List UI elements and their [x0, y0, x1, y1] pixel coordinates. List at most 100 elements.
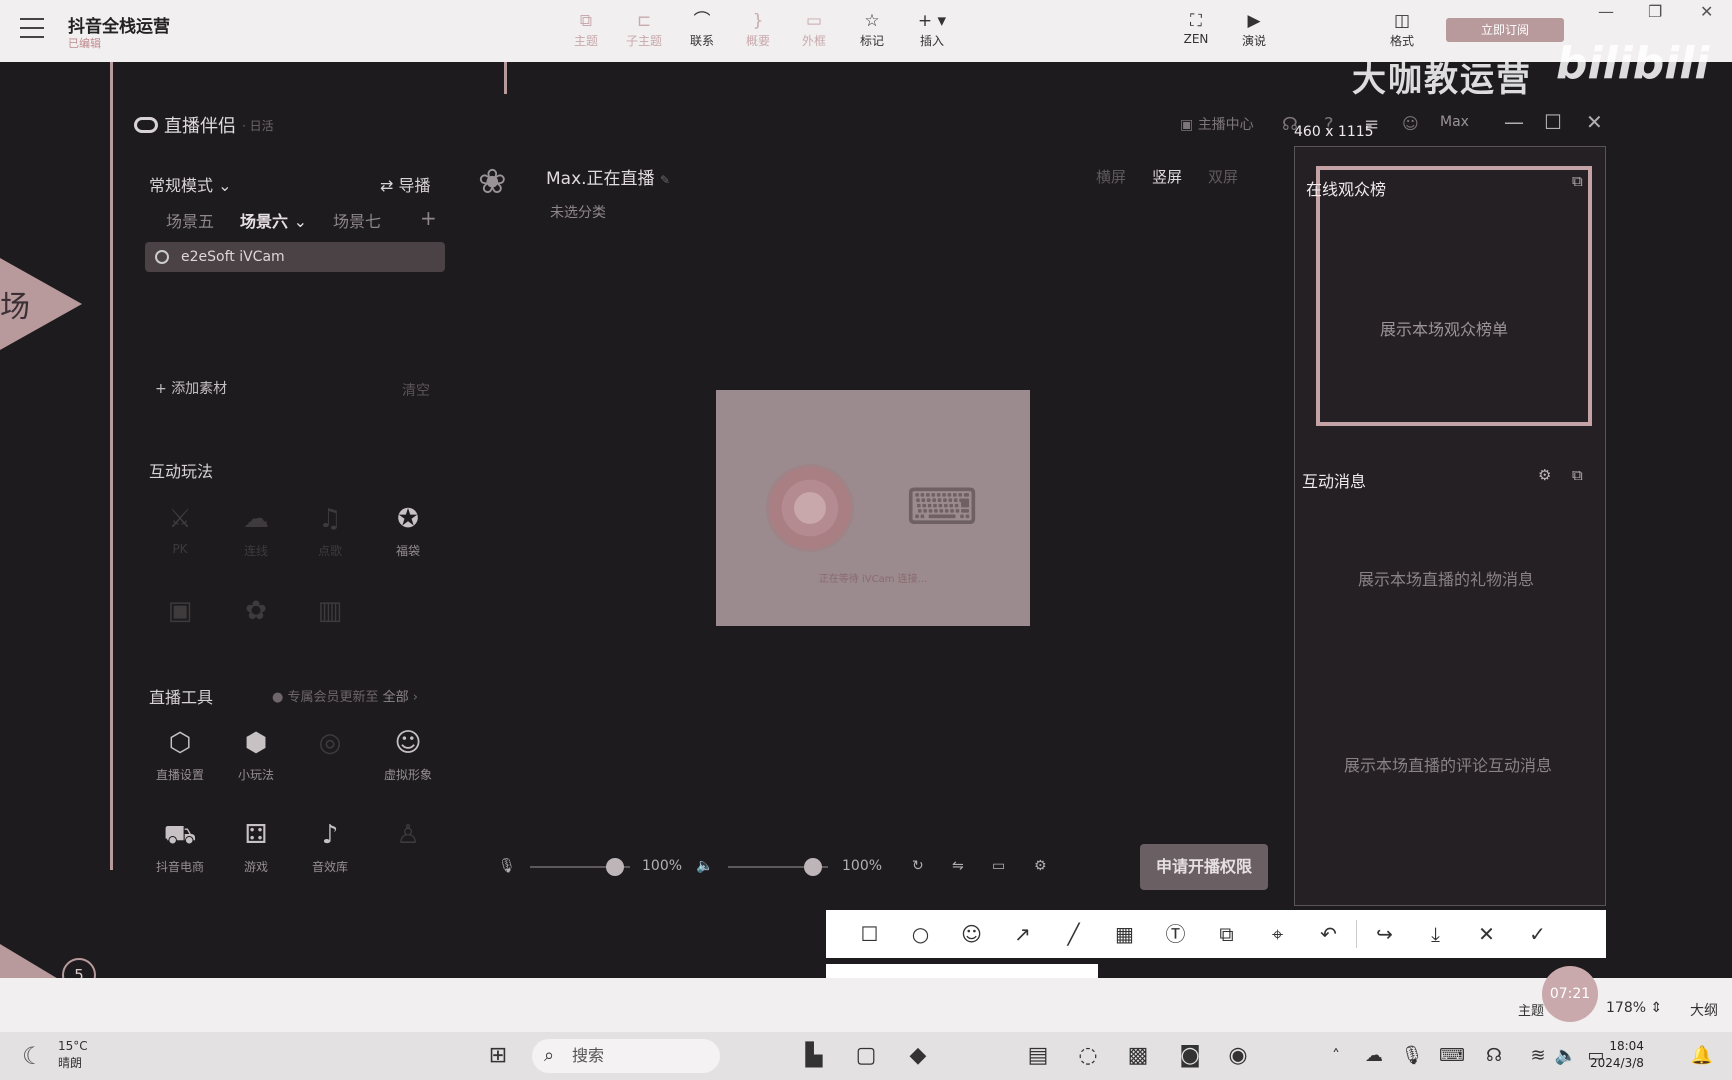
present-button[interactable]: ▶ 演说	[1228, 10, 1280, 49]
interactive-item-plant[interactable]: ✿	[222, 594, 290, 634]
theme-label[interactable]: 主题	[1518, 1000, 1544, 1019]
taskbar-search[interactable]: ⌕ 搜索	[532, 1039, 720, 1073]
recording-timer[interactable]: 07:21	[1542, 966, 1598, 1022]
cancel-icon[interactable]: ✕	[1461, 910, 1512, 958]
toolbar-subtopic-button[interactable]: ⊏ 子主题	[618, 10, 670, 49]
speaker-icon[interactable]: 🔈	[696, 858, 713, 874]
tab-scene-7[interactable]: 场景七	[333, 208, 381, 232]
system-clock[interactable]: 18:04 2024/3/8	[1590, 1038, 1644, 1072]
popout-icon[interactable]: ⧉	[1572, 172, 1583, 190]
close-icon[interactable]: ✕	[1586, 110, 1603, 134]
hamburger-menu-icon[interactable]	[20, 18, 44, 38]
clear-button[interactable]: 清空	[402, 380, 430, 400]
mic-volume-knob[interactable]	[606, 858, 624, 876]
undo-icon[interactable]: ↶	[1303, 910, 1354, 958]
pen-icon[interactable]: ╱	[1048, 910, 1099, 958]
network-icon[interactable]: ☊	[1480, 1042, 1508, 1070]
emoji-icon[interactable]: ☺	[946, 910, 997, 958]
microphone-icon[interactable]: 🎙	[498, 858, 516, 874]
tool-mini-game[interactable]: ⬢ 小玩法	[222, 726, 290, 783]
file-explorer-icon[interactable]: ▙	[800, 1042, 828, 1070]
live-category[interactable]: 未选分类	[550, 202, 606, 222]
subscribe-button[interactable]: 立即订阅	[1446, 18, 1564, 42]
tool-camera[interactable]: ◎	[296, 726, 364, 766]
add-scene-icon[interactable]: +	[420, 206, 437, 230]
interactive-item-lucky-bag[interactable]: ✪ 福袋	[374, 502, 442, 559]
tool-people[interactable]: ♙	[374, 818, 442, 858]
popout-icon[interactable]: ⧉	[1572, 466, 1583, 484]
maximize-icon[interactable]: ☐	[1544, 110, 1562, 134]
camera-icon[interactable]: ▭	[992, 858, 1005, 874]
zen-mode-button[interactable]: ⛶ ZEN	[1170, 10, 1222, 46]
mirror-icon[interactable]: ⇋	[952, 858, 964, 874]
edit-icon[interactable]: ✎	[660, 173, 670, 187]
tool-virtual-avatar[interactable]: ☺ 虚拟形象	[374, 726, 442, 783]
scan-icon[interactable]: ⌖	[1252, 910, 1303, 958]
speaker-volume-knob[interactable]	[804, 858, 822, 876]
outline-button[interactable]: 大纲	[1690, 1000, 1718, 1020]
interactive-item-link[interactable]: ☁ 连线	[222, 502, 290, 559]
chevron-up-icon[interactable]: ˄	[1322, 1042, 1350, 1070]
app-icon[interactable]: ◆	[904, 1042, 932, 1070]
stream-preview[interactable]: ⌨ 正在等待 iVCam 连接...	[716, 390, 1030, 626]
zoom-level[interactable]: 178% ⇕	[1606, 1000, 1662, 1016]
settings-icon[interactable]: ⚙	[1034, 858, 1047, 874]
tool-sound-library[interactable]: ♪ 音效库	[296, 818, 364, 875]
microphone-icon[interactable]: 🎙	[1398, 1042, 1426, 1070]
mindmap-node-shape[interactable]	[0, 944, 60, 980]
anchor-center-link[interactable]: ▣ 主播中心	[1180, 114, 1254, 134]
folder-icon[interactable]: ▤	[1024, 1042, 1052, 1070]
mode-dropdown[interactable]: 常规模式 ⌄	[149, 172, 232, 196]
tab-scene-6[interactable]: 场景六 ⌄	[240, 208, 307, 232]
cloud-icon[interactable]: ☁	[1360, 1042, 1388, 1070]
minimize-icon[interactable]: —	[1504, 110, 1524, 134]
toolbar-relation-button[interactable]: ⌒ 联系	[676, 10, 728, 49]
arrow-icon[interactable]: ↗	[997, 910, 1048, 958]
format-button[interactable]: ◫ 格式	[1376, 10, 1428, 49]
orientation-landscape[interactable]: 横屏	[1096, 166, 1126, 187]
keyboard-icon[interactable]: ⌨	[1438, 1042, 1466, 1070]
text-icon[interactable]: Ⓣ	[1150, 910, 1201, 958]
settings-icon[interactable]: ⚙	[1538, 466, 1551, 484]
message-icon[interactable]: ◌	[1074, 1042, 1102, 1070]
interactive-item-music[interactable]: ♫ 点歌	[296, 502, 364, 559]
guide-button[interactable]: ⇄ 导播	[380, 172, 431, 196]
download-icon[interactable]: ⤓	[1410, 910, 1461, 958]
interactive-item-pk[interactable]: ⚔ PK	[146, 502, 214, 556]
weather-widget[interactable]: 15°C 晴朗	[58, 1038, 88, 1072]
tool-game[interactable]: ⚃ 游戏	[222, 818, 290, 875]
tab-scene-5[interactable]: 场景五	[166, 208, 214, 232]
live-status-title[interactable]: Max.正在直播 ✎	[546, 164, 670, 189]
tool-live-settings[interactable]: ⬡ 直播设置	[146, 726, 214, 783]
restore-icon[interactable]: ❐	[1648, 2, 1662, 21]
minimize-icon[interactable]: —	[1598, 2, 1614, 21]
toolbar-insert-button[interactable]: + ▾ 插入	[906, 10, 958, 49]
toolbar-topic-button[interactable]: ⧉ 主题	[560, 10, 612, 49]
notification-bell-icon[interactable]: 🔔	[1688, 1042, 1716, 1070]
toolbar-marker-button[interactable]: ☆ 标记	[846, 10, 898, 49]
pin-icon[interactable]: ⧉	[1201, 910, 1252, 958]
orientation-portrait[interactable]: 竖屏	[1152, 166, 1182, 187]
share-icon[interactable]: ↪	[1359, 910, 1410, 958]
volume-icon[interactable]: 🔈	[1552, 1042, 1580, 1070]
rectangle-icon[interactable]: ☐	[844, 910, 895, 958]
browser-icon[interactable]: ◉	[1224, 1042, 1252, 1070]
add-material-button[interactable]: + 添加素材	[155, 378, 227, 398]
live-companion-taskbar-icon[interactable]: ◙	[1176, 1042, 1204, 1070]
chat-icon[interactable]: ▢	[852, 1042, 880, 1070]
toolbar-summary-button[interactable]: } 概要	[732, 10, 784, 49]
confirm-icon[interactable]: ✓	[1512, 910, 1563, 958]
orientation-dual[interactable]: 双屏	[1208, 166, 1238, 187]
ellipse-icon[interactable]: ○	[895, 910, 946, 958]
start-menu-icon[interactable]: ⊞	[484, 1042, 512, 1070]
toolbar-boundary-button[interactable]: ▭ 外框	[788, 10, 840, 49]
apply-live-permission-button[interactable]: 申请开播权限	[1140, 844, 1268, 890]
tool-ecommerce[interactable]: ⛟ 抖音电商	[146, 818, 214, 875]
mosaic-icon[interactable]: ▦	[1099, 910, 1150, 958]
source-item[interactable]: e2eSoft iVCam	[145, 242, 445, 272]
interactive-item-card[interactable]: ▣	[146, 594, 214, 634]
tools-update-note[interactable]: ● 专属会员更新至 全部 ›	[272, 686, 418, 705]
rotate-icon[interactable]: ↻	[912, 858, 924, 874]
close-icon[interactable]: ✕	[1700, 2, 1713, 21]
wifi-icon[interactable]: ≋	[1524, 1042, 1552, 1070]
